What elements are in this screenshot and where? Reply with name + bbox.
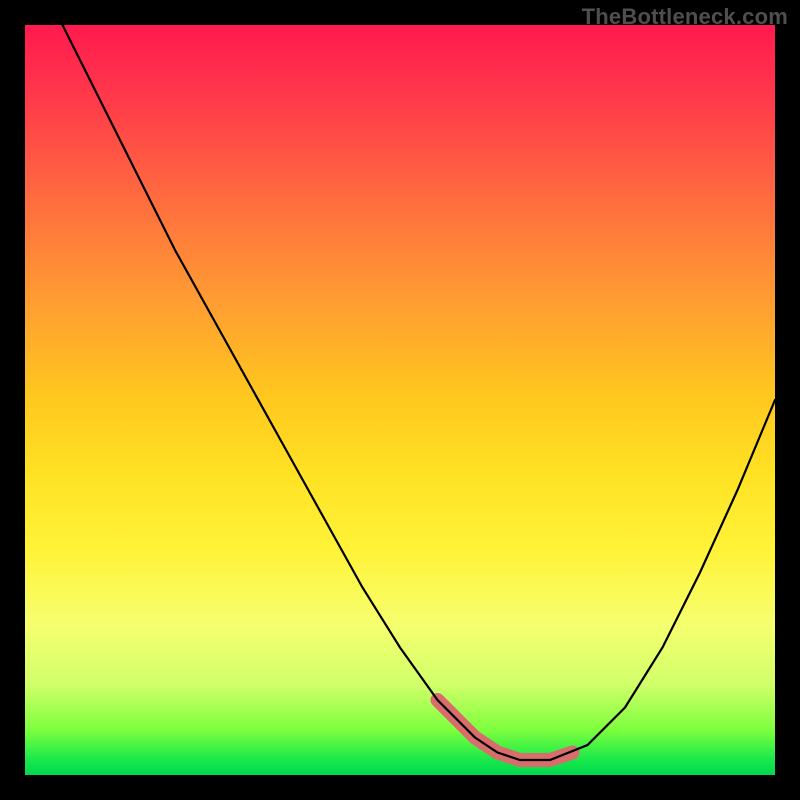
curve-line [63,25,776,760]
chart-frame: TheBottleneck.com [0,0,800,800]
plot-area [25,25,775,775]
curve-highlight [438,700,573,760]
curve-svg [25,25,775,775]
